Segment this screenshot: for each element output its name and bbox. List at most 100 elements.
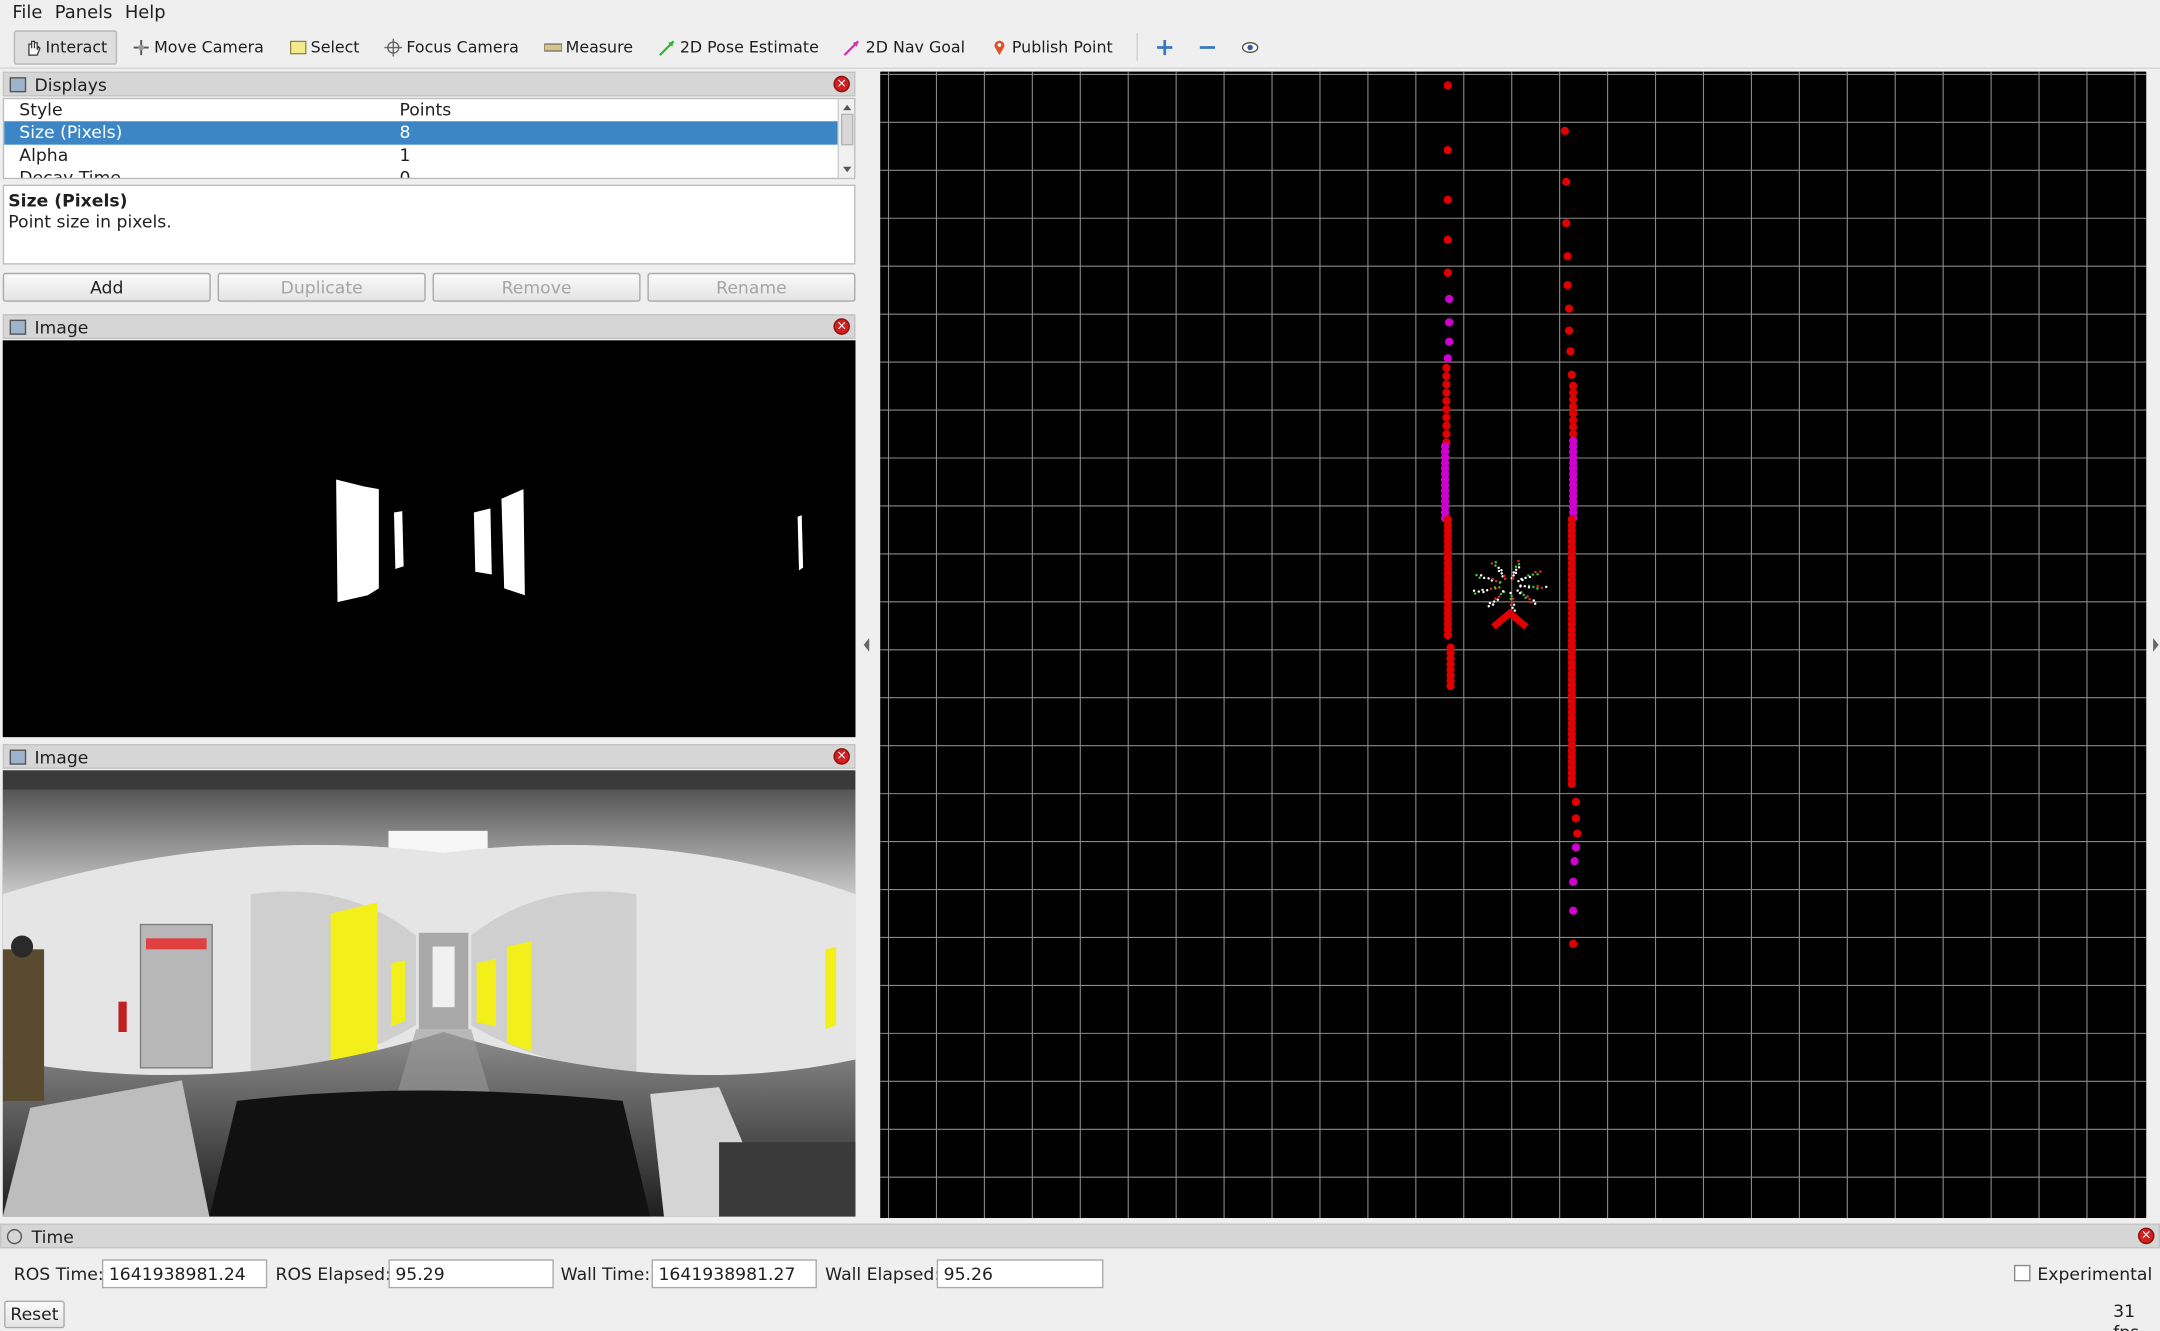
zoom-in-icon (1155, 38, 1173, 56)
robot-marker-point (1477, 590, 1481, 593)
tool-bar: Interact Move Camera Select Focus Camera… (0, 26, 2160, 69)
laser-scan-point (1560, 126, 1570, 136)
robot-marker-point (1514, 571, 1518, 575)
property-value[interactable]: 1 (397, 144, 410, 166)
robot-marker-point (1510, 594, 1513, 598)
property-row-style[interactable]: Style Points (4, 99, 854, 121)
focus-camera-icon (384, 37, 403, 56)
add-button[interactable]: Add (2, 272, 211, 302)
robot-marker-point (1514, 568, 1518, 572)
select-tool-button[interactable]: Select (279, 30, 369, 64)
laser-scan-point (1442, 372, 1451, 381)
laser-scan-point (1573, 829, 1582, 838)
description-title: Size (Pixels) (8, 190, 128, 211)
ros-elapsed-field[interactable]: 95.29 (388, 1259, 554, 1289)
pose-estimate-icon (658, 38, 676, 56)
image-panel-1-header: Image × (2, 314, 856, 339)
right-splitter[interactable] (2146, 71, 2160, 1219)
experimental-checkbox[interactable] (2013, 1264, 2031, 1282)
render-viewport[interactable] (880, 71, 2147, 1219)
menu-panels[interactable]: Panels (51, 0, 121, 26)
robot-marker-point (1503, 577, 1507, 581)
robot-marker-point (1517, 559, 1520, 563)
robot-marker-point (1527, 586, 1531, 589)
ros-time-label: ROS Time: (13, 1263, 104, 1285)
close-icon[interactable]: × (2137, 1227, 2155, 1245)
menu-bar: File Panels Help (0, 0, 2160, 27)
segmentation-mask-image (2, 340, 856, 738)
property-key: Size (Pixels) (19, 121, 123, 143)
wall-time-field[interactable]: 1641938981.27 (651, 1259, 817, 1289)
toolbar-separator (1136, 33, 1138, 61)
property-scrollbar[interactable] (837, 99, 855, 178)
laser-scan-point (1443, 81, 1452, 90)
measure-tool-button[interactable]: Measure (534, 30, 643, 64)
wall-time-label: Wall Time: (560, 1263, 651, 1285)
robot-marker-point (1509, 591, 1512, 595)
displays-property-tree: Style Points Size (Pixels) 8 Alpha 1 Dec… (2, 97, 856, 180)
property-row-alpha[interactable]: Alpha 1 (4, 144, 854, 166)
nav-goal-tool-button[interactable]: 2D Nav Goal (834, 30, 975, 64)
robot-marker-point (1512, 574, 1515, 577)
publish-point-icon (990, 38, 1008, 56)
remove-button[interactable]: Remove (432, 272, 641, 302)
robot-marker-point (1517, 566, 1521, 569)
menu-file[interactable]: File (8, 0, 50, 26)
robot-marker-point (1545, 585, 1548, 589)
select-label: Select (310, 37, 360, 57)
laser-scan-point (1442, 388, 1451, 397)
laser-scan-point (1563, 281, 1572, 290)
pose-estimate-tool-button[interactable]: 2D Pose Estimate (648, 30, 828, 64)
displays-panel-header: Displays × (2, 71, 856, 97)
reset-button[interactable]: Reset (4, 1300, 65, 1329)
measure-icon (542, 38, 563, 56)
laser-scan-point (1442, 396, 1451, 406)
focus-camera-tool-button[interactable]: Focus Camera (375, 30, 529, 64)
robot-marker-point (1536, 587, 1539, 590)
image-panel-1-title: Image (34, 316, 89, 337)
interact-tool-button[interactable]: Interact (13, 29, 117, 65)
remove-tool-button[interactable] (1188, 30, 1225, 64)
robot-marker-point (1536, 573, 1539, 576)
close-icon[interactable]: × (833, 318, 850, 335)
robot-marker-point (1497, 595, 1501, 599)
monitor-icon (9, 76, 27, 92)
robot-marker-point (1494, 564, 1497, 567)
property-row-decay[interactable]: Decay Time 0 (4, 166, 854, 180)
left-splitter[interactable] (856, 71, 879, 1219)
robot-marker-point (1501, 590, 1505, 593)
property-value[interactable]: 0 (397, 167, 410, 178)
ros-time-field[interactable]: 1641938981.24 (101, 1259, 268, 1289)
point-cloud-grid-view[interactable] (880, 71, 2147, 1219)
robot-marker-point (1482, 576, 1486, 580)
robot-marker-point (1490, 562, 1494, 565)
menu-help[interactable]: Help (121, 0, 174, 26)
laser-scan-point (1446, 682, 1455, 691)
publish-point-tool-button[interactable]: Publish Point (980, 30, 1122, 64)
robot-marker-point (1472, 589, 1476, 593)
close-icon[interactable]: × (833, 75, 850, 93)
robot-marker-point (1529, 601, 1533, 604)
close-icon[interactable]: × (833, 748, 850, 765)
image-panel-2-title: Image (34, 746, 89, 767)
duplicate-button[interactable]: Duplicate (217, 272, 426, 302)
property-key: Decay Time (19, 166, 121, 180)
robot-marker-point (1514, 565, 1518, 568)
clock-icon (6, 1228, 23, 1244)
wall-elapsed-field[interactable]: 95.26 (936, 1259, 1104, 1289)
property-value[interactable]: 8 (397, 122, 410, 144)
view-options-button[interactable] (1231, 30, 1268, 64)
add-tool-button[interactable] (1146, 30, 1183, 64)
rename-button[interactable]: Rename (647, 272, 856, 302)
property-row-size[interactable]: Size (Pixels) 8 (4, 121, 855, 145)
laser-scan-point (1567, 370, 1576, 379)
laser-scan-point (1442, 429, 1451, 439)
robot-marker-point (1519, 585, 1522, 588)
fps-label: 31 fps (2113, 1300, 2139, 1331)
laser-scan-point (1443, 235, 1452, 244)
move-camera-tool-button[interactable]: Move Camera (122, 30, 273, 64)
robot-marker-point (1498, 586, 1501, 589)
viewport-background (880, 71, 2147, 1219)
robot-marker-point (1524, 596, 1527, 599)
property-value[interactable]: Points (397, 99, 451, 121)
